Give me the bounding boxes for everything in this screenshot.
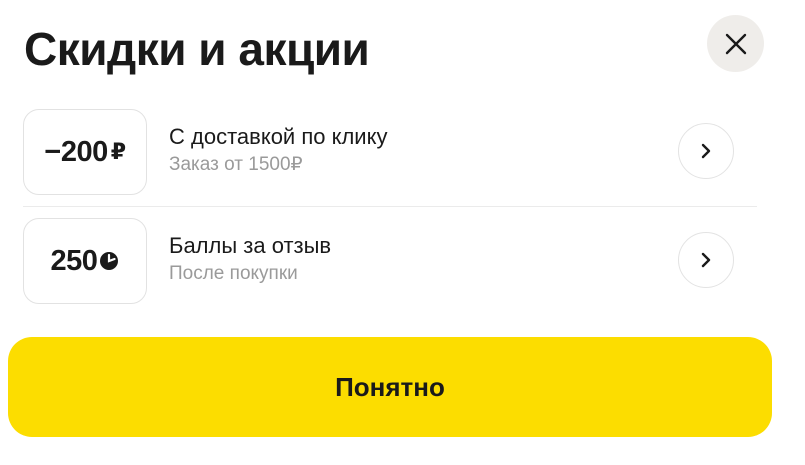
dialog-title: Скидки и акции <box>24 23 370 75</box>
close-icon <box>725 33 746 54</box>
promo-subtitle: После покупки <box>169 263 298 284</box>
promo-item-review-points[interactable]: 250 Баллы за отзыв После покупки <box>23 218 757 304</box>
points-badge: 250 <box>23 218 147 304</box>
points-icon <box>100 252 119 270</box>
confirm-button[interactable]: Понятно <box>8 337 772 437</box>
promo-text: Баллы за отзыв После покупки <box>169 232 331 288</box>
promo-details-button[interactable] <box>678 232 734 288</box>
chevron-right-icon <box>701 252 711 268</box>
promo-dialog: Скидки и акции −200 ₽ С доставкой по кли… <box>0 0 805 465</box>
discount-badge: −200 ₽ <box>23 109 147 195</box>
close-button[interactable] <box>707 15 764 72</box>
promo-item-delivery[interactable]: −200 ₽ С доставкой по клику Заказ от 150… <box>23 109 757 195</box>
promo-text: С доставкой по клику Заказ от 1500₽ <box>169 123 387 179</box>
promo-title: С доставкой по клику <box>169 124 388 149</box>
points-value: 250 <box>50 244 98 277</box>
promo-subtitle: Заказ от 1500₽ <box>169 154 303 175</box>
chevron-right-icon <box>701 143 711 159</box>
discount-value: −200 <box>44 135 108 168</box>
divider <box>23 206 757 207</box>
promo-details-button[interactable] <box>678 123 734 179</box>
currency-symbol: ₽ <box>110 139 126 164</box>
promo-title: Баллы за отзыв <box>169 233 332 258</box>
